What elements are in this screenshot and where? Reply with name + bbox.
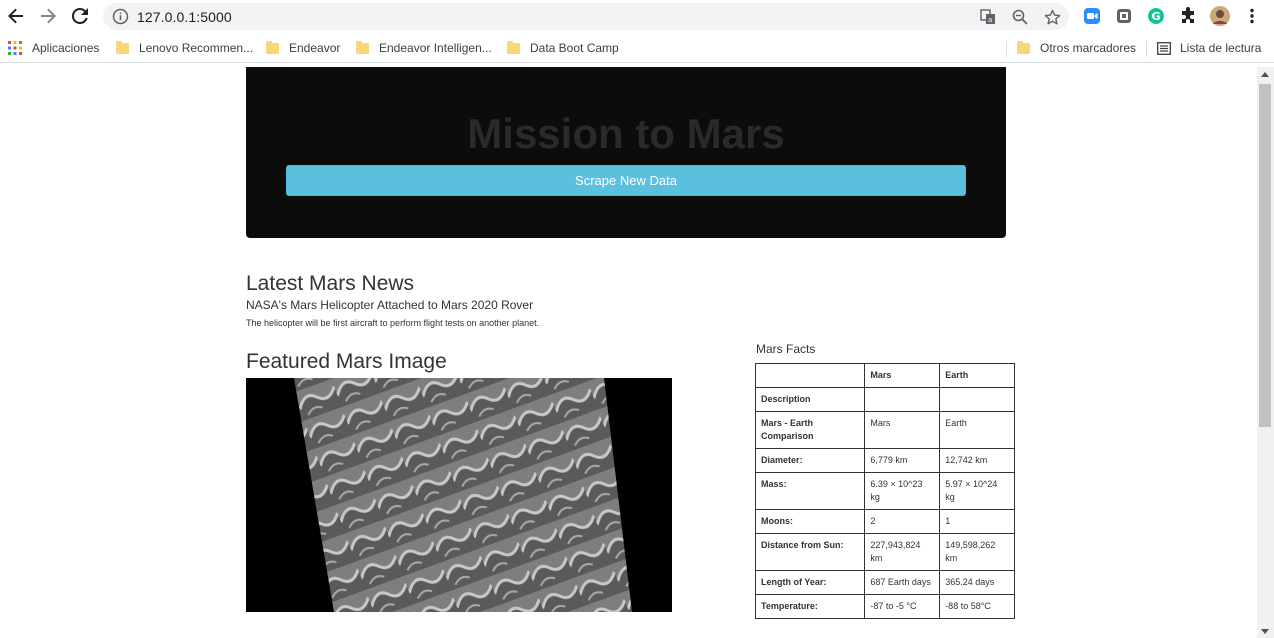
table-cell: 2 <box>864 509 941 534</box>
mars-facts-body: Description Mars - Earth Comparison Mars Ea… <box>754 387 1015 619</box>
scroll-up-arrow-icon[interactable] <box>1261 72 1269 77</box>
url-text[interactable]: 127.0.0.1:5000 <box>137 9 232 25</box>
scroll-down-arrow-icon[interactable] <box>1261 629 1269 634</box>
table-cell: 12,742 km <box>939 448 1015 473</box>
featured-mars-image <box>246 378 672 612</box>
folder-icon <box>116 40 129 54</box>
forward-arrow-icon[interactable] <box>36 4 60 28</box>
table-header-cell: Earth <box>939 363 1015 388</box>
table-cell: 149,598,262 km <box>939 533 1015 571</box>
news-title: NASA's Mars Helicopter Attached to Mars … <box>246 298 534 312</box>
table-row-header: Diameter: <box>754 448 866 473</box>
bookmark-label: Aplicaciones <box>32 41 100 55</box>
table-cell: Earth <box>939 411 1015 449</box>
bookmarks-divider <box>1006 41 1007 57</box>
zoom-meetings-extension-icon[interactable] <box>1082 6 1102 26</box>
info-icon[interactable] <box>112 8 129 25</box>
bookmarks-divider <box>1146 41 1147 57</box>
folder-icon <box>507 40 520 54</box>
mars-facts-caption: Mars Facts <box>756 342 816 356</box>
bookmark-data-boot-camp[interactable]: Data Boot Camp <box>507 33 619 63</box>
table-cell: 687 Earth days <box>864 570 941 595</box>
table-row-header: Distance from Sun: <box>754 533 866 571</box>
zoom-icon[interactable] <box>1010 7 1030 27</box>
table-row: Description <box>754 387 1015 412</box>
reload-icon[interactable] <box>68 4 92 28</box>
reading-list-icon <box>1157 41 1171 55</box>
scroll-thumb[interactable] <box>1259 84 1271 427</box>
apps-grid-icon <box>8 41 22 55</box>
svg-text:a: a <box>988 16 992 24</box>
bookmark-label: Otros marcadores <box>1040 41 1137 55</box>
table-row: Mars - Earth Comparison Mars Earth <box>754 411 1015 449</box>
browser-toolbar: 127.0.0.1:5000 a G <box>0 0 1274 33</box>
table-row: Moons: 2 1 <box>754 509 1015 534</box>
translate-icon[interactable]: a <box>978 7 998 27</box>
address-bar[interactable]: 127.0.0.1:5000 a <box>103 3 1069 30</box>
table-cell: -87 to -5 °C <box>864 594 941 619</box>
bookmark-label: Data Boot Camp <box>530 41 619 55</box>
table-row-header: Length of Year: <box>754 570 866 595</box>
bookmark-label: Endeavor Intelligen... <box>379 41 492 55</box>
jumbotron: Mission to Mars Scrape New Data <box>246 67 1006 238</box>
table-cell: 1 <box>939 509 1015 534</box>
folder-icon <box>266 40 279 54</box>
table-row-header: Temperature: <box>754 594 866 619</box>
table-header-cell: Mars <box>864 363 941 388</box>
table-row-header: Mars - Earth Comparison <box>754 411 866 449</box>
table-cell: 365.24 days <box>939 570 1015 595</box>
table-row: Length of Year: 687 Earth days 365.24 days <box>754 570 1015 595</box>
table-row-header: Moons: <box>754 509 866 534</box>
bookmark-endeavor-intelligence[interactable]: Endeavor Intelligen... <box>356 33 492 63</box>
table-row: Mass: 6.39 × 10^23 kg 5.97 × 10^24 kg <box>754 472 1015 510</box>
table-cell <box>864 387 941 412</box>
news-heading: Latest Mars News <box>246 272 415 295</box>
table-cell: -88 to 58°C <box>939 594 1015 619</box>
bookmark-star-icon[interactable] <box>1042 7 1062 27</box>
bookmark-apps[interactable]: Aplicaciones <box>8 33 99 63</box>
table-cell: 5.97 × 10^24 kg <box>939 472 1015 510</box>
bookmark-label: Lenovo Recommen... <box>139 41 254 55</box>
bookmark-endeavor[interactable]: Endeavor <box>266 33 340 63</box>
folder-icon <box>1017 40 1030 54</box>
page-title: Mission to Mars <box>467 110 785 157</box>
grammarly-icon[interactable]: G <box>1146 6 1166 26</box>
table-row-header: Description <box>754 387 866 412</box>
folder-icon <box>356 40 369 54</box>
table-cell: Mars <box>864 411 941 449</box>
table-cell: 6,779 km <box>864 448 941 473</box>
page-scrollbar[interactable] <box>1257 67 1274 638</box>
extensions-puzzle-icon[interactable] <box>1178 6 1198 26</box>
back-arrow-icon[interactable] <box>4 4 28 28</box>
extension-icon[interactable] <box>1114 6 1134 26</box>
scrape-button[interactable]: Scrape New Data <box>286 165 966 196</box>
table-header-cell <box>754 363 866 388</box>
table-cell: 227,943,824 km <box>864 533 941 571</box>
table-row: Diameter: 6,779 km 12,742 km <box>754 448 1015 473</box>
table-row: Distance from Sun: 227,943,824 km 149,598,… <box>754 533 1015 571</box>
table-cell <box>939 387 1015 412</box>
table-cell: 6.39 × 10^23 kg <box>864 472 941 510</box>
table-row-header: Mass: <box>754 472 866 510</box>
featured-image-heading: Featured Mars Image <box>246 350 447 373</box>
profile-avatar[interactable] <box>1210 6 1230 26</box>
news-teaser: The helicopter will be first aircraft to… <box>246 318 540 328</box>
bookmark-lenovo[interactable]: Lenovo Recommen... <box>116 33 253 63</box>
reading-list-label: Lista de lectura <box>1180 41 1262 55</box>
bookmark-label: Endeavor <box>289 41 341 55</box>
mars-facts-table: Mars Earth Description Mars - Earth Compa… <box>754 363 1015 619</box>
svg-text:G: G <box>1152 10 1161 23</box>
reading-list[interactable]: Lista de lectura <box>1157 33 1261 63</box>
bookmark-other[interactable]: Otros marcadores <box>1017 33 1136 63</box>
page-content: Mission to Mars Scrape New Data Latest M… <box>0 67 1257 638</box>
menu-dots-icon[interactable] <box>1242 6 1262 26</box>
table-header-row: Mars Earth <box>754 363 1015 388</box>
bookmarks-bar: Aplicaciones Lenovo Recommen... Endeavor… <box>0 33 1274 63</box>
table-row: Temperature: -87 to -5 °C -88 to 58°C <box>754 594 1015 619</box>
